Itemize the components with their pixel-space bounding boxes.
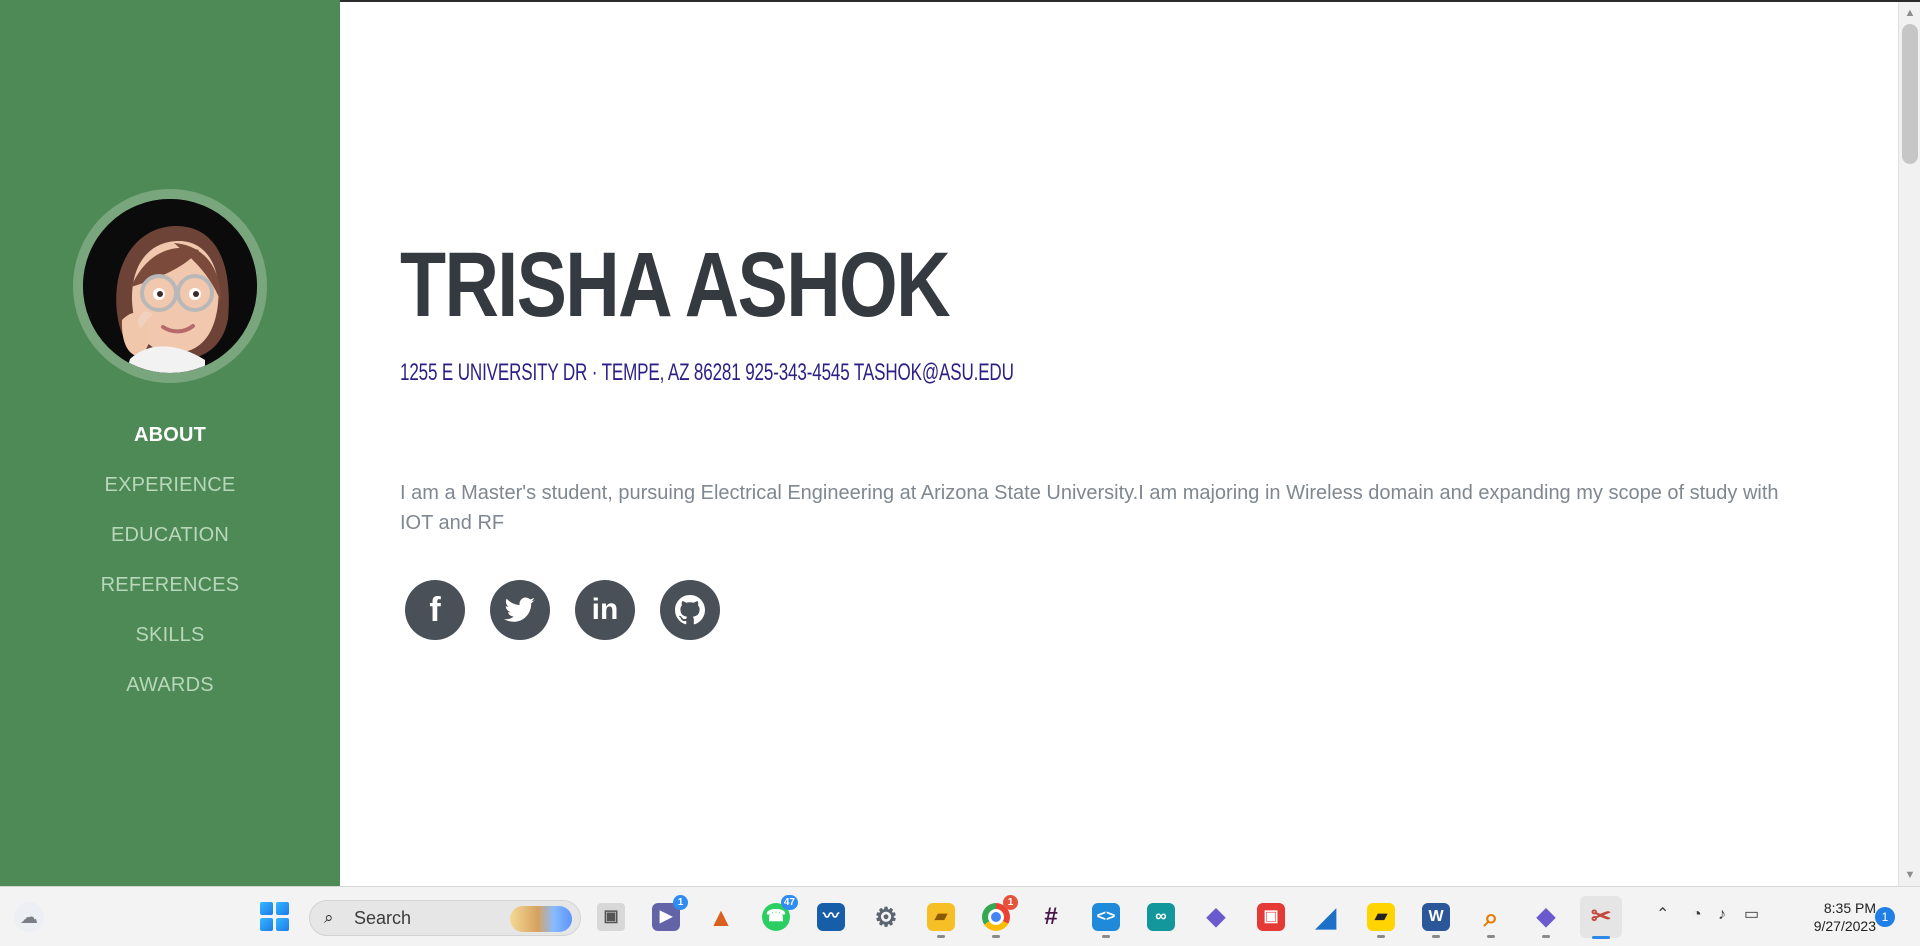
running-indicator [1487, 935, 1495, 938]
facebook-link[interactable]: f [405, 580, 465, 640]
search-label: Search [354, 908, 412, 928]
note-icon: ▣ [1257, 903, 1285, 931]
twitter-icon [504, 597, 535, 622]
whatsapp-button[interactable]: ☎ 47 [755, 895, 798, 938]
clock-time: 8:35 PM [1823, 900, 1876, 916]
folder-icon: ▰ [927, 903, 955, 931]
chevron-up-icon[interactable]: ⌃ [1656, 907, 1669, 923]
memoji-avatar-icon [83, 199, 257, 373]
running-indicator [1432, 935, 1440, 938]
file-explorer-button[interactable]: ▰ [920, 896, 962, 938]
github-icon [675, 595, 705, 625]
main-content: TRISHA ASHOK 1255 E UNIVERSITY DR · TEMP… [340, 2, 1898, 886]
snipping-tool-button[interactable]: ✂ [1580, 896, 1622, 939]
monitor-app-button[interactable]: 〰 [810, 896, 852, 938]
arduino-button[interactable]: ∞ [1140, 896, 1182, 938]
sticky-note-icon: ▰ [1367, 903, 1395, 931]
fin-icon: ◢ [1316, 902, 1336, 932]
teams-button[interactable]: ▶ 1 [645, 895, 688, 938]
scroll-thumb[interactable] [1902, 24, 1918, 164]
git-client-button[interactable]: ◆ [1195, 896, 1237, 938]
start-button[interactable] [260, 902, 290, 932]
chrome-button[interactable]: 1 [975, 895, 1018, 938]
active-app-indicator [1592, 936, 1610, 939]
chrome-badge: 1 [1003, 895, 1018, 910]
settings-button[interactable]: ⚙ [865, 896, 907, 938]
word-icon: W [1422, 903, 1450, 931]
wifi-icon[interactable]: ◔ [1692, 907, 1702, 923]
bio-text: I am a Master's student, pursuing Electr… [400, 482, 1779, 534]
nav-about[interactable]: ABOUT [0, 410, 340, 460]
twitter-link[interactable] [490, 580, 550, 640]
social-links: f in [405, 580, 720, 640]
task-view-button[interactable]: ▣ [590, 896, 632, 938]
nav-experience[interactable]: EXPERIENCE [0, 460, 340, 510]
nav-skills[interactable]: SKILLS [0, 610, 340, 660]
profile-name: TRISHA ASHOK [400, 234, 951, 336]
vscode-button[interactable]: <> [1085, 896, 1127, 938]
speaker-icon[interactable]: ♪ [1718, 907, 1726, 923]
running-indicator [937, 935, 945, 938]
facebook-icon: f [429, 591, 441, 629]
matlab-button[interactable]: ▲ [700, 896, 742, 938]
shark-app-button[interactable]: ◢ [1305, 896, 1347, 938]
windows-logo-tile-2 [276, 902, 289, 915]
teams-badge: 1 [673, 895, 688, 910]
linkedin-link[interactable]: in [575, 580, 635, 640]
chart-window-icon: 〰 [817, 903, 845, 931]
sticky-notes-button[interactable]: ▰ [1360, 896, 1402, 938]
word-button[interactable]: W [1415, 896, 1457, 938]
github-link[interactable] [660, 580, 720, 640]
nav-awards[interactable]: AWARDS [0, 660, 340, 710]
avatar-ring [73, 189, 267, 383]
matlab-icon: ▲ [708, 902, 734, 932]
running-indicator [992, 935, 1000, 938]
running-indicator [1377, 935, 1385, 938]
scroll-up-arrow-icon[interactable]: ▲ [1903, 6, 1917, 20]
vscode-icon: <> [1092, 903, 1120, 931]
taskbar-search[interactable]: ⌕ Search [309, 900, 581, 936]
battery-icon[interactable]: ▭ [1744, 907, 1759, 923]
chrome-center-icon [988, 909, 1004, 925]
diamond-icon: ◆ [1536, 903, 1556, 930]
infinity-icon: ∞ [1147, 903, 1175, 931]
search-tool-button[interactable]: ⌕ [1470, 896, 1512, 938]
linkedin-icon: in [591, 593, 619, 626]
magnifier-icon: ⌕ [1483, 902, 1499, 932]
nav-education[interactable]: EDUCATION [0, 510, 340, 560]
clock[interactable]: 8:35 PM 9/27/2023 [1790, 899, 1876, 935]
gear-icon: ⚙ [874, 902, 898, 932]
nav-references[interactable]: REFERENCES [0, 560, 340, 610]
notification-badge[interactable]: 1 [1875, 907, 1895, 927]
search-highlight-icon [510, 906, 572, 932]
windows-logo-tile-3 [260, 918, 273, 931]
whatsapp-badge: 47 [780, 895, 798, 910]
windows-logo-tile-1 [260, 902, 273, 915]
clock-date: 9/27/2023 [1813, 918, 1876, 934]
profile-avatar [83, 199, 257, 373]
weather-widget-icon[interactable]: ☁ [14, 902, 44, 932]
git-client-2-button[interactable]: ◆ [1525, 896, 1567, 938]
taskbar-apps: ▣ ▶ 1 ▲ ☎ 47 〰 ⚙ ▰ 1 # <> ∞ ◆ ▣ ◢ ▰ W ⌕ … [590, 895, 1622, 939]
slack-button[interactable]: # [1030, 896, 1072, 938]
page-scrollbar[interactable]: ▲ ▼ [1898, 2, 1920, 886]
contact-line: 1255 E UNIVERSITY DR · TEMPE, AZ 86281 9… [400, 359, 1014, 386]
browser-page: ABOUT EXPERIENCE EDUCATION REFERENCES SK… [0, 0, 1920, 946]
scissors-icon: ✂ [1590, 903, 1612, 930]
task-view-icon: ▣ [597, 903, 625, 931]
note-app-button[interactable]: ▣ [1250, 896, 1292, 938]
running-indicator [1542, 935, 1550, 938]
scroll-down-arrow-icon[interactable]: ▼ [1903, 868, 1917, 882]
slack-icon: # [1044, 903, 1058, 930]
windows-taskbar: ☁ ⌕ Search ▣ ▶ 1 ▲ ☎ 47 〰 ⚙ ▰ 1 # <> ∞ ◆… [0, 886, 1920, 946]
running-indicator [1102, 935, 1110, 938]
sidebar: ABOUT EXPERIENCE EDUCATION REFERENCES SK… [0, 0, 340, 886]
diamond-icon: ◆ [1206, 903, 1226, 930]
windows-logo-tile-4 [276, 918, 289, 931]
search-icon: ⌕ [324, 908, 334, 927]
sidebar-nav: ABOUT EXPERIENCE EDUCATION REFERENCES SK… [0, 410, 340, 710]
